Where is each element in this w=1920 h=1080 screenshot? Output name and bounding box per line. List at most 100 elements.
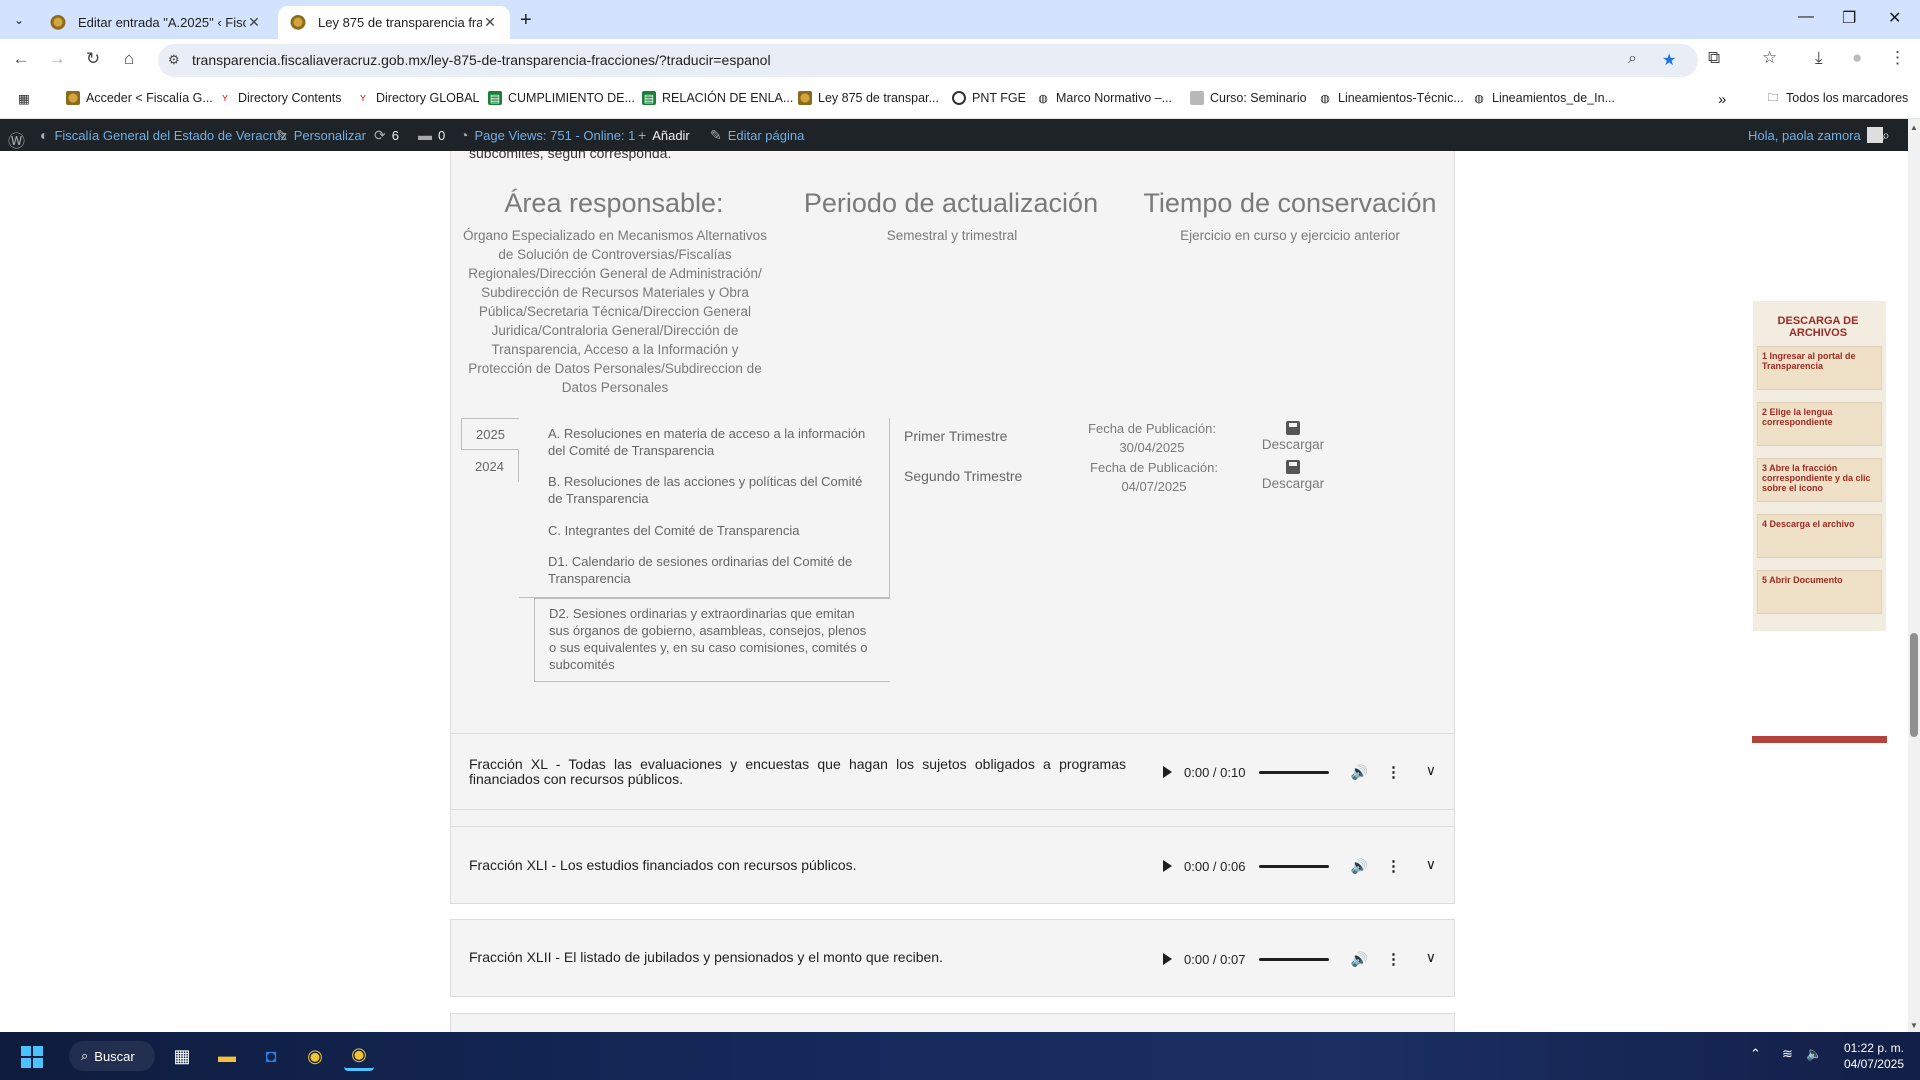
bookmark-pnt-fge[interactable]: PNT FGE — [952, 91, 1026, 105]
wp-user-greeting[interactable]: Hola, paola zamora — [1748, 127, 1883, 143]
wp-updates[interactable]: ⟳ 6 — [374, 127, 399, 144]
volume-slider[interactable] — [1259, 957, 1329, 961]
year-tab-2025[interactable]: 2025 — [461, 418, 519, 450]
taskbar-search[interactable]: ⌕ Buscar — [69, 1041, 155, 1071]
volume-icon[interactable]: 🔊 — [1351, 951, 1368, 968]
wifi-icon[interactable]: ≋ — [1782, 1046, 1793, 1062]
back-arrow-icon[interactable]: ← — [10, 49, 32, 69]
scroll-down-arrow-icon[interactable]: ▼ — [1910, 1021, 1918, 1030]
volume-icon[interactable]: 🔊 — [1351, 858, 1368, 875]
list-item-b[interactable]: B. Resoluciones de las acciones y políti… — [548, 473, 878, 507]
calculator-icon[interactable]: ▦ — [167, 1041, 197, 1071]
wp-site-link[interactable]: ◐ Fiscalía General del Estado de Veracruz — [40, 127, 287, 143]
banner-step-5: 5 Abrir Documento — [1757, 570, 1882, 614]
download-button-1[interactable]: Descargar — [1248, 421, 1338, 452]
bookmark-curso[interactable]: Curso: Seminario — [1190, 91, 1307, 105]
banner-red-bar — [1752, 736, 1887, 743]
fraccion-xlii-accordion[interactable]: Fracción XLII - El listado de jubilados … — [450, 919, 1455, 997]
tray-chevron-up-icon[interactable]: ⌃ — [1750, 1046, 1761, 1062]
profile-icon[interactable]: ● — [1852, 48, 1862, 68]
restore-icon[interactable]: ❐ — [1842, 8, 1856, 28]
reload-icon[interactable]: ↻ — [82, 49, 104, 69]
wp-pageviews[interactable]: ◔ Page Views: 751 - Online: 1 — [460, 127, 635, 143]
chrome-icon[interactable]: ◉ — [300, 1041, 330, 1071]
bookmark-lineamientos-tecnic[interactable]: ◍ Lineamientos-Técnic... — [1318, 91, 1464, 105]
more-options-icon[interactable]: ⋮ — [1386, 763, 1401, 781]
download-button-2[interactable]: Descargar — [1248, 460, 1338, 491]
outlook-icon[interactable]: ◘ — [256, 1041, 286, 1071]
list-item-d1[interactable]: D1. Calendario de sesiones ordinarias de… — [548, 553, 878, 587]
apps-grid-icon[interactable]: ▦ — [18, 91, 30, 106]
minimize-icon[interactable]: — — [1798, 8, 1814, 26]
taskbar-clock[interactable]: 01:22 p. m. 04/07/2025 — [1834, 1040, 1904, 1072]
play-icon[interactable] — [1163, 766, 1172, 778]
fraccion-xl-title: Fracción XL - Todas las evaluaciones y e… — [469, 756, 1126, 787]
list-item-c[interactable]: C. Integrantes del Comité de Transparenc… — [548, 522, 878, 539]
list-item-d2-selected[interactable]: D2. Sesiones ordinarias y extraordinaria… — [534, 598, 890, 682]
audio-player-xli[interactable]: 0:00 / 0:06 🔊 ⋮ — [1151, 841, 1401, 891]
extensions-icon[interactable]: ⧉ — [1708, 48, 1720, 68]
wordpress-logo-icon[interactable]: Ⓦ — [8, 127, 31, 152]
menu-kebab-icon[interactable]: ⋮ — [1889, 48, 1906, 68]
wp-comments[interactable]: ▬ 0 — [418, 127, 445, 143]
more-bookmarks-chevron-icon[interactable]: » — [1718, 91, 1726, 108]
year-tab-2024[interactable]: 2024 — [461, 450, 519, 482]
bookmark-lineamientos-de-in[interactable]: ◍ Lineamientos_de_In... — [1472, 91, 1615, 105]
zoom-icon[interactable]: ⌕ — [1628, 50, 1637, 68]
all-bookmarks[interactable]: 🗀 Todos los marcadores — [1766, 91, 1909, 105]
close-tab-icon[interactable]: ✕ — [482, 14, 498, 31]
play-icon[interactable] — [1163, 860, 1172, 872]
page-scrollbar[interactable]: ▲ ▼ — [1908, 119, 1920, 1032]
more-options-icon[interactable]: ⋮ — [1386, 950, 1401, 968]
home-icon[interactable]: ⌂ — [118, 49, 140, 69]
play-icon[interactable] — [1163, 953, 1172, 965]
audio-player-xl[interactable]: 0:00 / 0:10 🔊 ⋮ — [1151, 747, 1401, 797]
forward-arrow-icon[interactable]: → — [46, 49, 68, 69]
bookmark-directory-global[interactable]: ʏ Directory GLOBAL — [356, 91, 479, 105]
windows-start-icon[interactable] — [21, 1046, 43, 1068]
bookmark-directory-contents[interactable]: ʏ Directory Contents — [218, 91, 341, 105]
url-text[interactable]: transparencia.fiscaliaveracruz.gob.mx/le… — [192, 52, 771, 68]
chrome-active-icon[interactable]: ◉ — [344, 1041, 374, 1071]
volume-icon[interactable]: 🔊 — [1351, 764, 1368, 781]
bookmark-acceder[interactable]: Acceder < Fiscalía G... — [66, 91, 213, 105]
fiscalia-favicon-icon — [290, 14, 306, 31]
favorites-icon[interactable]: ☆ — [1762, 48, 1777, 68]
audio-player-xlii[interactable]: 0:00 / 0:07 🔊 ⋮ — [1151, 934, 1401, 984]
list-item-a[interactable]: A. Resoluciones en materia de acceso a l… — [548, 425, 878, 459]
chevron-down-icon[interactable]: ∨ — [1426, 856, 1436, 873]
tab-editar-entrada[interactable]: Editar entrada "A.2025" ‹ Fiscalía ✕ — [38, 6, 274, 39]
chevron-down-icon[interactable]: ∨ — [1426, 762, 1436, 779]
bookmark-cumplimiento[interactable]: ▤ CUMPLIMIENTO DE... — [488, 91, 635, 105]
wp-add-new[interactable]: + Añadir — [638, 127, 690, 143]
fraccion-next-accordion[interactable] — [450, 1013, 1455, 1032]
more-options-icon[interactable]: ⋮ — [1386, 857, 1401, 875]
volume-slider[interactable] — [1259, 770, 1329, 774]
chevron-down-icon[interactable]: ∨ — [1426, 949, 1436, 966]
site-favicon-icon — [66, 91, 80, 105]
close-window-icon[interactable]: ✕ — [1888, 8, 1901, 28]
tab-search-chevron-icon[interactable]: ⌄ — [8, 9, 30, 31]
new-tab-plus-icon[interactable]: + — [520, 9, 532, 32]
wp-edit-page[interactable]: ✎ Editar página — [710, 127, 804, 144]
fraccion-xl-accordion[interactable]: Fracción XL - Todas las evaluaciones y e… — [450, 733, 1455, 810]
file-explorer-icon[interactable]: ▬ — [212, 1041, 242, 1071]
bookmark-ley-875[interactable]: Ley 875 de transpar... — [798, 91, 939, 105]
tab-ley-875[interactable]: Ley 875 de transparencia fracci ✕ — [278, 6, 510, 39]
bookmark-marco-normativo[interactable]: ◍ Marco Normativo –... — [1036, 91, 1172, 105]
close-tab-icon[interactable]: ✕ — [246, 14, 262, 31]
wp-customize-link[interactable]: ✎ Personalizar — [276, 127, 366, 144]
pub-date-value: 30/04/2025 — [1119, 440, 1185, 455]
bookmark-star-icon[interactable]: ★ — [1662, 50, 1676, 70]
volume-slider[interactable] — [1259, 864, 1329, 868]
descarga-archivos-banner[interactable]: DESCARGA DE ARCHIVOS 1 Ingresar al porta… — [1753, 301, 1886, 631]
download-icon[interactable]: ⤓ — [1815, 48, 1823, 68]
address-bar[interactable]: ⚙ transparencia.fiscaliaveracruz.gob.mx/… — [158, 44, 1698, 77]
fraccion-xli-accordion[interactable]: Fracción XLI - Los estudios financiados … — [450, 826, 1455, 904]
scrollbar-thumb[interactable] — [1910, 633, 1918, 737]
bookmark-relacion[interactable]: ▤ RELACIÓN DE ENLA... — [642, 91, 793, 105]
wp-search-icon[interactable]: ⌕ — [1882, 127, 1896, 144]
scroll-up-arrow-icon[interactable]: ▲ — [1910, 123, 1918, 132]
site-info-icon[interactable]: ⚙ — [168, 52, 180, 68]
speaker-muted-icon[interactable]: 🔈 — [1806, 1046, 1822, 1062]
